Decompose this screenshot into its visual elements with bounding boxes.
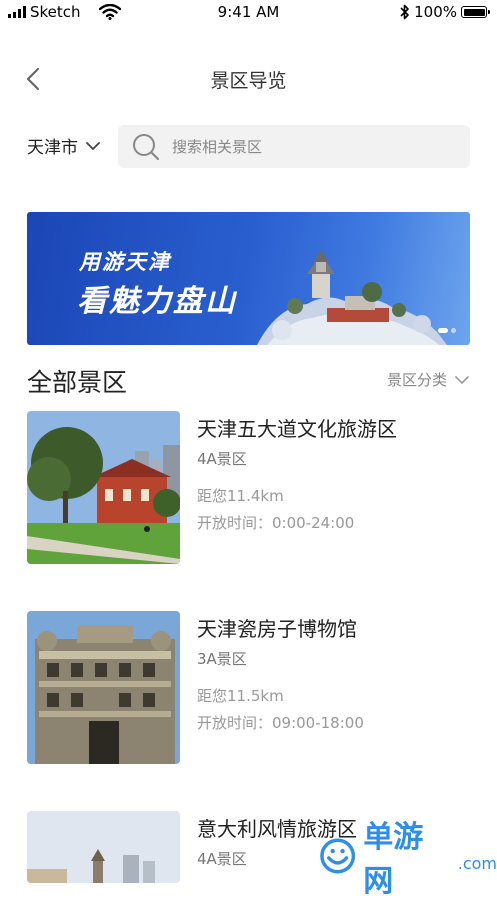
watermark-text: 单游网	[363, 820, 424, 899]
page-title: 景区导览	[210, 70, 287, 92]
category-filter[interactable]: 景区分类	[387, 369, 469, 390]
scenic-info: 天津五大道文化旅游区 4A景区 距您11.4km 开放时间：0:00-24:00	[197, 411, 397, 533]
pager-dot-active[interactable]	[438, 328, 448, 333]
scenic-thumbnail	[27, 811, 180, 883]
chevron-down-icon	[455, 375, 469, 384]
scenic-distance: 距您11.5km	[197, 687, 284, 705]
banner-slogan-line1: 用游天津	[79, 250, 171, 274]
watermark-suffix: .com	[457, 853, 497, 873]
search-input[interactable]	[170, 136, 454, 157]
scenic-card[interactable]: 天津瓷房子博物馆 3A景区 距您11.5km 开放时间：09:00-18:00	[27, 611, 470, 766]
nav-bar: 景区导览	[0, 52, 497, 106]
pager-dot[interactable]	[451, 328, 456, 333]
scenic-hours: 开放时间：0:00-24:00	[197, 514, 355, 532]
bluetooth-icon	[400, 4, 409, 20]
search-bar[interactable]	[118, 125, 470, 168]
banner-slogan-line2: 看魅力盘山	[77, 284, 237, 319]
banner-pager[interactable]	[438, 328, 456, 333]
scenic-name: 天津瓷房子博物馆	[197, 617, 357, 641]
filter-label: 景区分类	[386, 371, 447, 389]
status-right: 100%	[400, 3, 490, 21]
smiley-logo-icon	[320, 838, 356, 874]
battery-icon	[461, 6, 490, 18]
site-watermark: 单游网 .com	[318, 812, 497, 900]
scenic-name: 天津五大道文化旅游区	[197, 417, 397, 441]
city-label: 天津市	[27, 138, 78, 158]
chevron-down-icon	[86, 141, 100, 150]
scenic-hours: 开放时间：09:00-18:00	[197, 714, 364, 732]
promo-banner[interactable]: 用游天津 看魅力盘山	[27, 212, 470, 345]
battery-percent: 100%	[414, 3, 457, 21]
city-selector[interactable]: 天津市	[27, 133, 100, 158]
scenic-level: 3A景区	[197, 650, 247, 668]
scenic-thumbnail	[27, 611, 180, 764]
section-title: 全部景区	[27, 368, 128, 397]
scenic-info: 天津瓷房子博物馆 3A景区 距您11.5km 开放时间：09:00-18:00	[197, 611, 364, 733]
scenic-card[interactable]: 天津五大道文化旅游区 4A景区 距您11.4km 开放时间：0:00-24:00	[27, 411, 470, 566]
scenic-thumbnail	[27, 411, 180, 564]
status-bar: Sketch 9:41 AM 100%	[0, 0, 497, 26]
scenic-level: 4A景区	[197, 450, 247, 468]
scenic-distance: 距您11.4km	[197, 487, 284, 505]
search-icon	[133, 133, 160, 160]
